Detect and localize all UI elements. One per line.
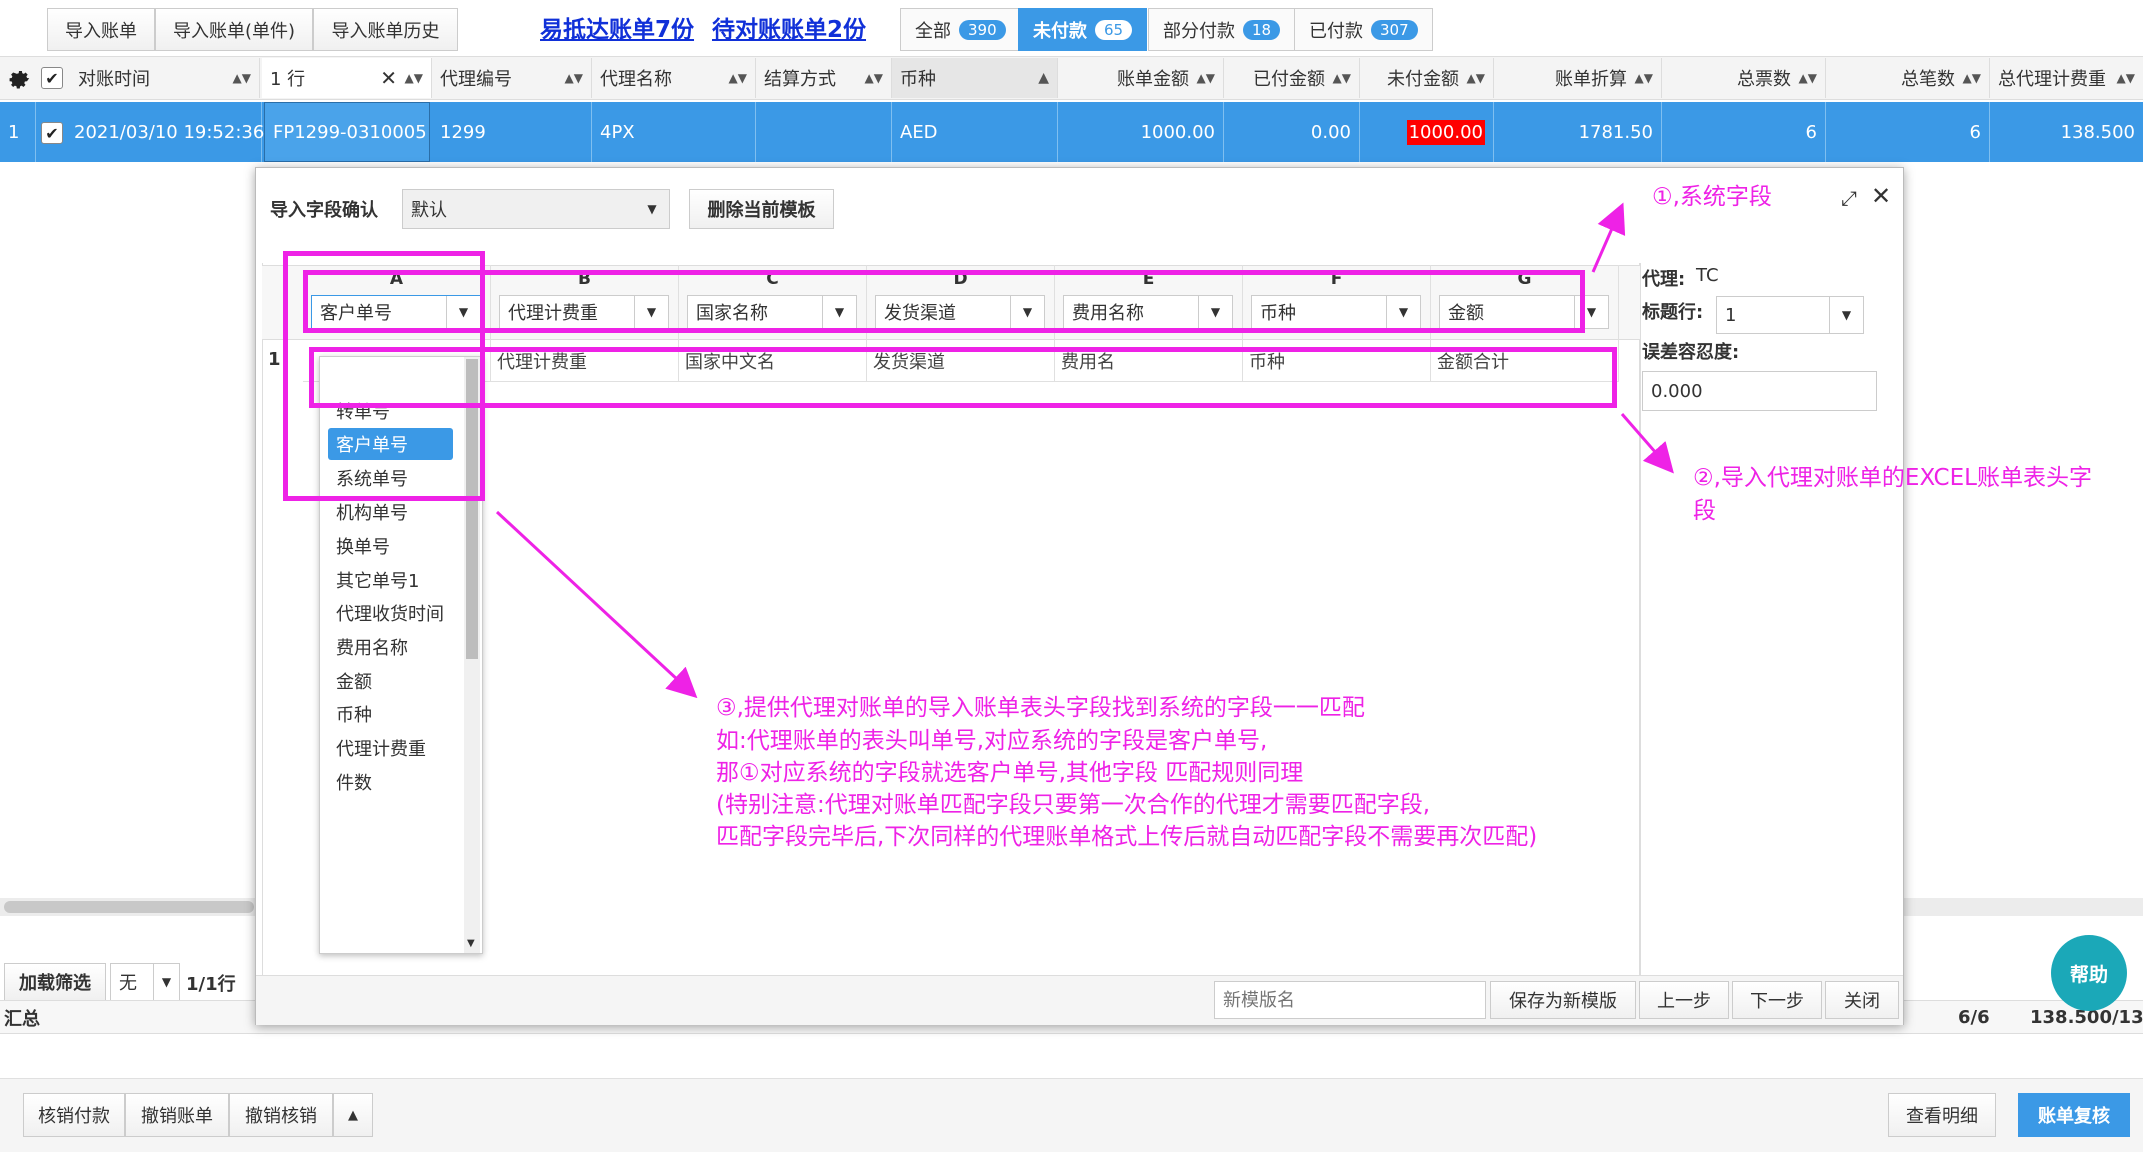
arrow-1	[1591, 202, 1626, 273]
annotation-3-line4: (特别注意:代理对账单匹配字段只要第一次合作的代理才需要匹配字段,	[716, 792, 1431, 818]
annotation-3-line3: 那①对应系统的字段就选客户单号,其他字段 匹配规则同理	[716, 760, 1304, 786]
annotation-2-line1: ②,导入代理对账单的EXCEL账单表头字	[1693, 465, 2092, 491]
arrow-3	[495, 510, 698, 699]
annotation-arrows	[495, 202, 1674, 699]
annotation-2-line2: 段	[1693, 498, 1716, 524]
annotation-3-line1: ③,提供代理对账单的导入账单表头字段找到系统的字段一一匹配	[716, 695, 1365, 721]
arrow-2	[1620, 413, 1674, 474]
annotation-1: ①,系统字段	[1652, 184, 1772, 210]
annotation-3-line2: 如:代理账单的表头叫单号,对应系统的字段是客户单号,	[716, 728, 1268, 754]
annotation-3-line5: 匹配字段完毕后,下次同样的代理账单格式上传后就自动匹配字段不需要再次匹配)	[716, 824, 1538, 850]
